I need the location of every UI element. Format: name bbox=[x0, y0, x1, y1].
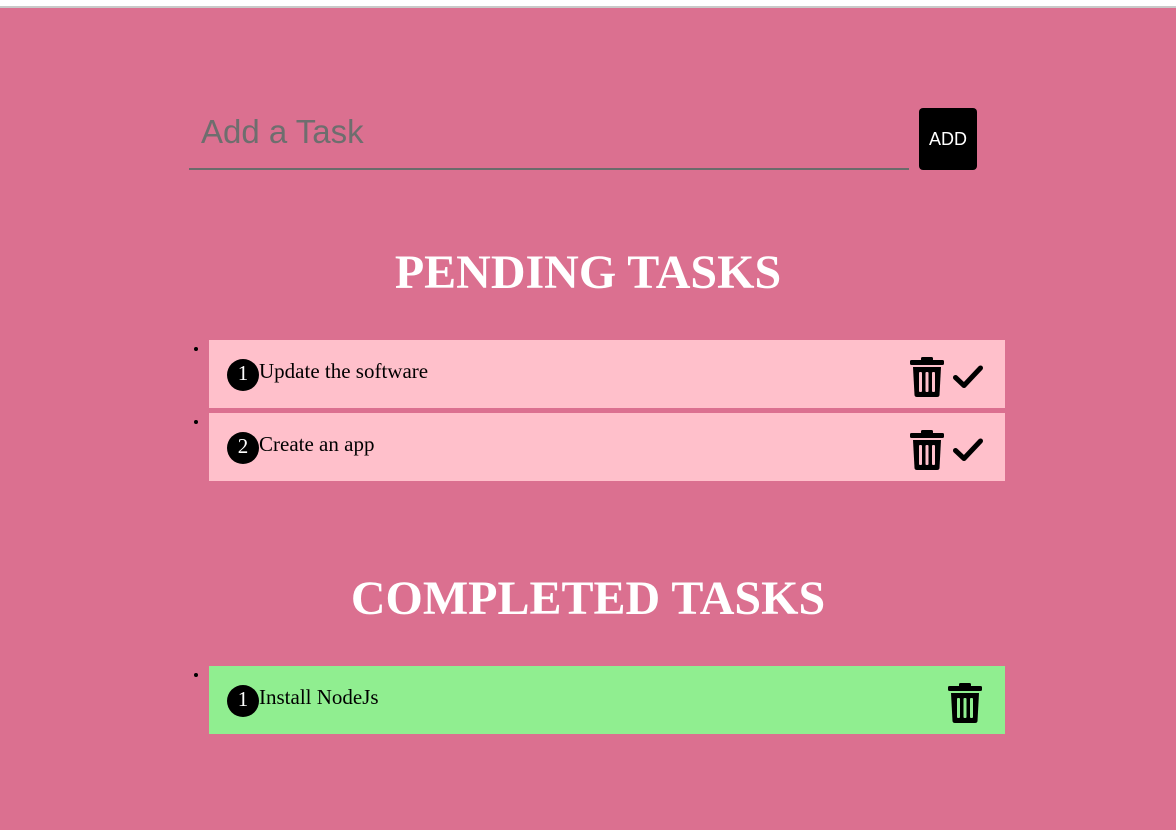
task-text: Create an app bbox=[259, 432, 375, 456]
add-task-form: ADD bbox=[189, 108, 977, 170]
pending-tasks-title: PENDING TASKS bbox=[394, 246, 782, 299]
trash-icon[interactable] bbox=[948, 683, 982, 723]
check-icon[interactable] bbox=[953, 438, 983, 462]
task-input[interactable] bbox=[189, 108, 909, 170]
browser-top-border bbox=[0, 0, 1176, 8]
pending-task-item: 1 Update the software bbox=[209, 340, 1005, 408]
check-icon[interactable] bbox=[953, 365, 983, 389]
task-number: 1 bbox=[227, 359, 259, 391]
pending-task-list: 1 Update the software 2 Create an app bbox=[209, 340, 1005, 486]
trash-icon[interactable] bbox=[910, 430, 944, 470]
task-number: 2 bbox=[227, 432, 259, 464]
completed-task-item: 1 Install NodeJs bbox=[209, 666, 1005, 734]
add-button[interactable]: ADD bbox=[919, 108, 977, 170]
task-text: Update the software bbox=[259, 359, 429, 383]
task-text: Install NodeJs bbox=[259, 685, 379, 709]
trash-icon[interactable] bbox=[910, 357, 944, 397]
pending-task-item: 2 Create an app bbox=[209, 413, 1005, 481]
completed-tasks-title: COMPLETED TASKS bbox=[350, 572, 826, 625]
task-number: 1 bbox=[227, 685, 259, 717]
completed-task-list: 1 Install NodeJs bbox=[209, 666, 1005, 739]
